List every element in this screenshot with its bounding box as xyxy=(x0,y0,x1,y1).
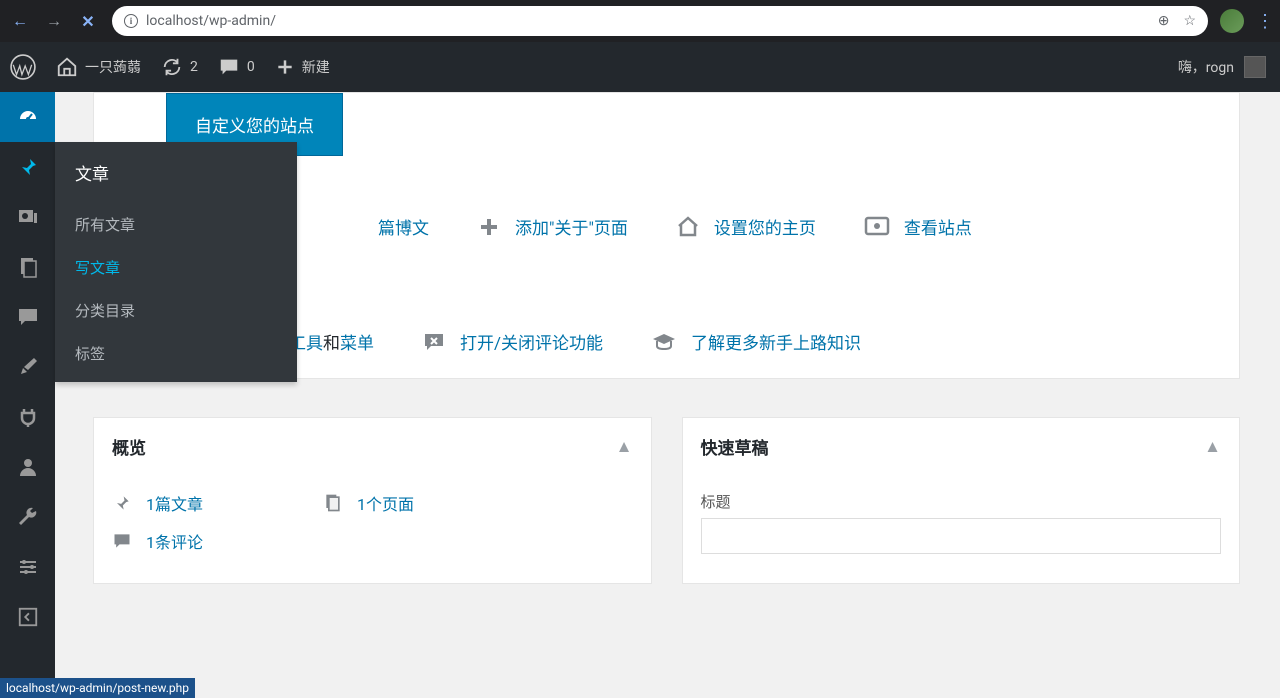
submenu-all-posts[interactable]: 所有文章 xyxy=(55,203,297,246)
comments-stat[interactable]: 1条评论 xyxy=(112,529,633,553)
new-content-link[interactable]: 新建 xyxy=(265,42,340,92)
plus-icon xyxy=(275,57,295,77)
sidebar-media[interactable] xyxy=(0,192,55,242)
sidebar-plugins[interactable] xyxy=(0,392,55,442)
draft-title-input[interactable] xyxy=(701,518,1222,554)
comment-icon xyxy=(218,56,240,78)
write-post-link[interactable]: 篇博文 xyxy=(378,214,429,239)
browser-toolbar: ← → ✕ localhost/wp-admin/ ⊕ ☆ ⋮ xyxy=(0,0,1280,42)
updates-count: 2 xyxy=(190,59,198,75)
back-button[interactable]: ← xyxy=(8,9,32,33)
comments-count: 0 xyxy=(247,59,255,75)
toggle-comments-link[interactable]: 打开/关闭评论功能 xyxy=(422,329,603,354)
comments-link[interactable]: 0 xyxy=(208,42,265,92)
collapse-caret-icon: ▲ xyxy=(616,437,633,457)
set-homepage-link[interactable]: 设置您的主页 xyxy=(676,214,816,239)
site-info-icon[interactable] xyxy=(124,14,138,28)
bookmark-icon[interactable]: ☆ xyxy=(1183,13,1196,29)
brush-icon xyxy=(16,355,40,379)
comment-icon xyxy=(112,531,132,551)
url-text: localhost/wp-admin/ xyxy=(146,13,276,29)
submenu-new-post[interactable]: 写文章 xyxy=(55,246,297,289)
learn-more-link[interactable]: 了解更多新手上路知识 xyxy=(651,329,861,354)
sidebar-appearance[interactable] xyxy=(0,342,55,392)
new-text: 新建 xyxy=(302,57,330,77)
home-icon xyxy=(676,215,700,239)
sidebar-posts[interactable]: 文章 所有文章 写文章 分类目录 标签 xyxy=(0,142,55,192)
overview-panel-header[interactable]: 概览 ▲ xyxy=(94,418,651,475)
overview-panel: 概览 ▲ 1篇文章 1个页面 xyxy=(93,417,652,584)
browser-status-bar: localhost/wp-admin/post-new.php xyxy=(0,678,195,698)
plugin-icon xyxy=(16,405,40,429)
sidebar-collapse[interactable] xyxy=(0,592,55,642)
forward-button[interactable]: → xyxy=(42,9,66,33)
draft-title-label: 标题 xyxy=(701,491,1222,512)
site-name-link[interactable]: 一只蒟蒻 xyxy=(46,42,151,92)
media-icon xyxy=(16,205,40,229)
address-bar[interactable]: localhost/wp-admin/ ⊕ ☆ xyxy=(112,6,1208,36)
pin-icon xyxy=(16,155,40,179)
sidebar-dashboard[interactable] xyxy=(0,92,55,142)
submenu-categories[interactable]: 分类目录 xyxy=(55,289,297,332)
submenu-title[interactable]: 文章 xyxy=(55,142,297,203)
posts-submenu: 文章 所有文章 写文章 分类目录 标签 xyxy=(55,142,297,382)
stop-button[interactable]: ✕ xyxy=(76,9,100,33)
more-actions-heading: 更多操作 xyxy=(166,279,1239,305)
pages-icon xyxy=(16,255,40,279)
sidebar-tools[interactable] xyxy=(0,492,55,542)
wrench-icon xyxy=(16,505,40,529)
updates-link[interactable]: 2 xyxy=(151,42,208,92)
quick-draft-header[interactable]: 快速草稿 ▲ xyxy=(683,418,1240,475)
view-icon xyxy=(864,216,890,238)
sidebar-pages[interactable] xyxy=(0,242,55,292)
plus-icon xyxy=(477,215,501,239)
user-avatar-icon xyxy=(1244,56,1266,78)
comments-icon xyxy=(16,305,40,329)
view-site-link[interactable]: 查看站点 xyxy=(864,214,972,239)
sidebar-comments[interactable] xyxy=(0,292,55,342)
wordpress-icon xyxy=(10,54,36,80)
sidebar-settings[interactable] xyxy=(0,542,55,592)
user-menu[interactable]: 嗨，rogn xyxy=(1178,56,1280,78)
collapse-caret-icon: ▲ xyxy=(1204,437,1221,457)
posts-stat[interactable]: 1篇文章 xyxy=(112,491,203,515)
pages-icon xyxy=(323,493,343,513)
wp-logo[interactable] xyxy=(0,42,46,92)
zoom-icon[interactable]: ⊕ xyxy=(1158,13,1170,29)
admin-sidebar: 文章 所有文章 写文章 分类目录 标签 xyxy=(0,92,55,698)
wp-admin-bar: 一只蒟蒻 2 0 新建 嗨，rogn xyxy=(0,42,1280,92)
site-name-text: 一只蒟蒻 xyxy=(85,57,141,77)
user-greeting: 嗨，rogn xyxy=(1178,57,1234,77)
pages-stat[interactable]: 1个页面 xyxy=(323,491,414,515)
quick-links-row-2: 管理边栏小工具和菜单 打开/关闭评论功能 了解更多新手上路知识 xyxy=(166,329,1239,354)
collapse-icon xyxy=(17,606,39,628)
submenu-tags[interactable]: 标签 xyxy=(55,332,297,382)
quick-links-row-1: 篇博文 添加"关于"页面 设置您的主页 查看站点 xyxy=(166,214,1239,239)
learn-icon xyxy=(651,332,677,352)
pin-icon xyxy=(112,493,132,513)
refresh-icon xyxy=(161,56,183,78)
add-about-page-link[interactable]: 添加"关于"页面 xyxy=(477,214,628,239)
profile-avatar[interactable] xyxy=(1220,9,1244,33)
user-icon xyxy=(16,455,40,479)
sidebar-users[interactable] xyxy=(0,442,55,492)
browser-menu-icon[interactable]: ⋮ xyxy=(1256,11,1272,32)
home-icon xyxy=(56,56,78,78)
sliders-icon xyxy=(16,555,40,579)
comment-off-icon xyxy=(422,331,446,353)
dashboard-icon xyxy=(16,105,40,129)
quick-draft-panel: 快速草稿 ▲ 标题 xyxy=(682,417,1241,584)
